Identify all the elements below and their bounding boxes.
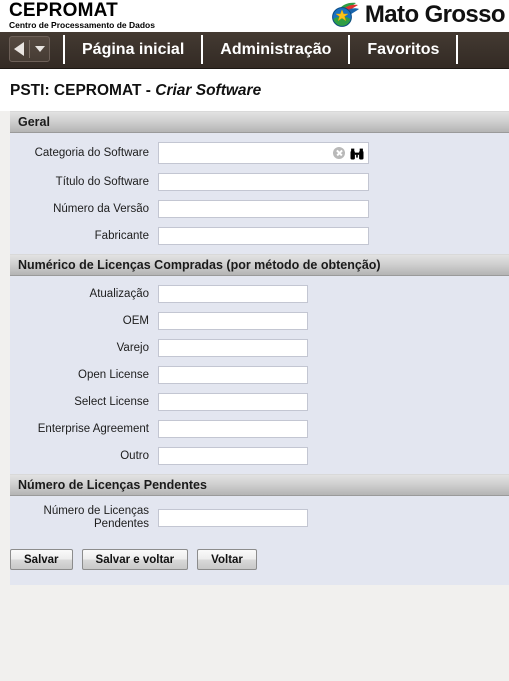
main-navigation-bar: Página inicial Administração Favoritos [0,32,509,69]
back-arrow-icon [14,42,24,56]
nav-item-favoritos[interactable]: Favoritos [350,32,456,68]
varejo-input[interactable] [158,339,308,357]
field-label-select-license: Select License [74,395,149,408]
field-row-categoria-do-software: Categoria do Software [10,142,509,164]
page-body: PSTI: CEPROMAT - Criar Software Geral Ca… [0,69,509,681]
field-label-outro: Outro [120,449,149,462]
field-label-atualizacao: Atualização [89,287,149,300]
atualizacao-input[interactable] [158,285,308,303]
field-label-titulo-do-software: Título do Software [55,175,149,188]
brand-header: CEPROMAT Centro de Processamento de Dado… [0,0,509,32]
field-label-varejo: Varejo [116,341,149,354]
org-name: CEPROMAT [9,0,118,21]
field-row-varejo: Varejo [10,339,509,357]
titulo-do-software-input[interactable] [158,173,369,191]
field-row-numero-da-versao: Número da Versão [10,200,509,218]
binoculars-search-icon[interactable] [350,147,364,160]
page-title-prefix: PSTI: CEPROMAT - [10,82,156,99]
nav-empty-space [458,32,509,68]
save-button[interactable]: Salvar [10,549,73,570]
field-row-outro: Outro [10,447,509,465]
save-and-back-button[interactable]: Salvar e voltar [81,549,189,570]
open-license-input[interactable] [158,366,308,384]
page-title: PSTI: CEPROMAT - Criar Software [0,69,509,111]
field-label-numero-de-licencas-pendentes: Número de Licenças Pendentes [43,505,149,530]
field-label-oem: OEM [122,314,149,327]
back-button-divider [29,40,30,58]
section-header-licencas-compradas: Numérico de Licenças Compradas (por méto… [10,254,509,276]
brand-identity: CEPROMAT Centro de Processamento de Dado… [9,0,155,30]
field-label-fabricante: Fabricante [94,229,149,242]
field-row-fabricante: Fabricante [10,227,509,245]
field-row-oem: OEM [10,312,509,330]
field-label-categoria-do-software: Categoria do Software [34,146,149,159]
select-license-input[interactable] [158,393,308,411]
outro-input[interactable] [158,447,308,465]
field-label-numero-da-versao: Número da Versão [53,202,149,215]
software-form: Geral Categoria do Software Título do So… [10,111,509,585]
state-brand: Mato Grosso [331,0,506,28]
clear-circle-icon[interactable] [333,147,345,159]
section-header-licencas-pendentes: Número de Licenças Pendentes [10,474,509,496]
section-header-geral: Geral [10,111,509,133]
form-action-buttons: Salvar Salvar e voltar Voltar [10,540,509,570]
page-title-emphasis: Criar Software [155,82,262,99]
categoria-do-software-lookup[interactable] [158,142,369,164]
state-brand-label: Mato Grosso [364,0,506,28]
numero-da-versao-input[interactable] [158,200,369,218]
field-row-numero-de-licencas-pendentes: Número de Licenças Pendentes [10,505,509,531]
form-bottom-spacer [10,579,509,585]
field-row-titulo-do-software: Título do Software [10,173,509,191]
field-row-atualizacao: Atualização [10,285,509,303]
back-button-form[interactable]: Voltar [197,549,257,570]
field-label-open-license: Open License [78,368,149,381]
fabricante-input[interactable] [158,227,369,245]
nav-item-administracao[interactable]: Administração [203,32,348,68]
numero-de-licencas-pendentes-input[interactable] [158,509,308,527]
field-row-select-license: Select License [10,393,509,411]
nav-item-pagina-inicial[interactable]: Página inicial [65,32,201,68]
back-button[interactable] [9,36,50,62]
org-subtitle: Centro de Processamento de Dados [9,20,155,30]
oem-input[interactable] [158,312,308,330]
mato-grosso-globe-star-logo-icon [331,1,360,28]
field-label-enterprise-agreement: Enterprise Agreement [37,422,149,435]
field-row-open-license: Open License [10,366,509,384]
section-body-licencas-compradas: Atualização OEM Varejo Open License Sele… [10,276,509,474]
chevron-down-icon[interactable] [35,46,45,52]
enterprise-agreement-input[interactable] [158,420,308,438]
section-body-geral: Categoria do Software Título do Software… [10,133,509,254]
section-body-licencas-pendentes: Número de Licenças Pendentes Salvar Salv… [10,496,509,579]
field-row-enterprise-agreement: Enterprise Agreement [10,420,509,438]
